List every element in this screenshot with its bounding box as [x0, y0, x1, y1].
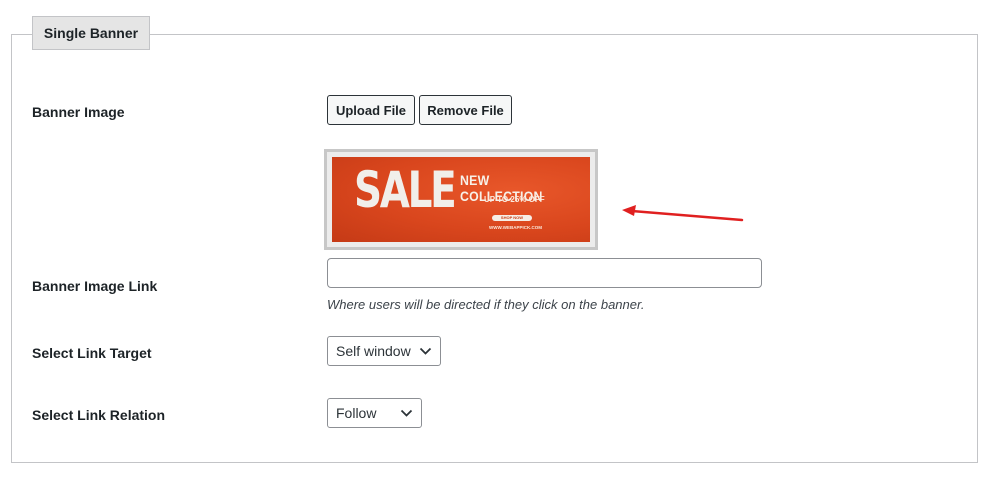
upload-file-button[interactable]: Upload File: [327, 95, 415, 125]
banner-sale-text: SALE: [354, 161, 457, 219]
banner-image-link-label: Banner Image Link: [32, 278, 158, 294]
banner-site: WWW.WEBAPPICK.COM: [489, 225, 542, 230]
link-target-value: Self window: [336, 343, 411, 359]
arrow-annotation-icon: [622, 205, 744, 222]
banner-link-description: Where users will be directed if they cli…: [327, 297, 645, 312]
chevron-down-icon: [400, 409, 413, 417]
remove-file-button[interactable]: Remove File: [419, 95, 512, 125]
link-target-select[interactable]: Self window: [327, 336, 441, 366]
link-relation-value: Follow: [336, 405, 377, 421]
section-legend: Single Banner: [32, 16, 150, 50]
banner-subtitle: UP TO 25% OFF: [484, 195, 545, 204]
banner-image: SALE NEW COLLECTION UP TO 25% OFF SHOP N…: [332, 157, 590, 242]
select-link-relation-label: Select Link Relation: [32, 407, 166, 423]
select-link-target-label: Select Link Target: [32, 345, 152, 361]
chevron-down-icon: [419, 347, 432, 355]
banner-preview: SALE NEW COLLECTION UP TO 25% OFF SHOP N…: [324, 149, 598, 250]
banner-image-label: Banner Image: [32, 104, 125, 120]
banner-image-link-input[interactable]: [327, 258, 762, 288]
link-relation-select[interactable]: Follow: [327, 398, 422, 428]
banner-shop-button: SHOP NOW: [492, 215, 532, 221]
